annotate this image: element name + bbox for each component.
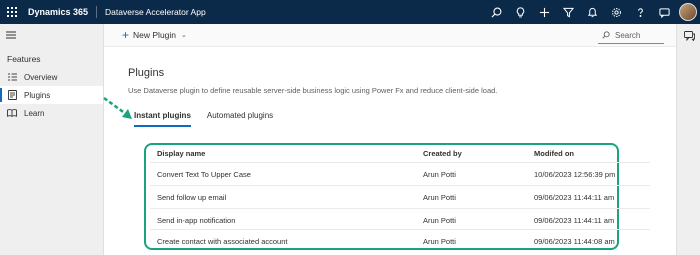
column-header-display-name[interactable]: Display name — [150, 149, 423, 158]
cell-created-by: Arun Potti — [423, 192, 456, 202]
copilot-chat-icon[interactable] — [677, 24, 700, 48]
cell-display-name[interactable]: Convert Text To Upper Case — [150, 170, 423, 179]
new-plugin-label: New Plugin — [133, 30, 177, 40]
table-row[interactable]: Create contact with associated account A… — [150, 229, 650, 252]
command-bar: + New Plugin ⌄ Search — [104, 24, 676, 47]
overview-icon — [7, 72, 17, 82]
cell-modified-on: 09/06/2023 11:44:11 am — [534, 215, 615, 225]
user-avatar[interactable] — [679, 3, 697, 21]
filter-icon[interactable] — [556, 0, 580, 24]
lightbulb-icon[interactable] — [508, 0, 532, 24]
cell-display-name[interactable]: Create contact with associated account — [150, 237, 423, 246]
tab-automated-plugins[interactable]: Automated plugins — [207, 111, 273, 125]
chevron-down-icon: ⌄ — [181, 32, 187, 39]
nav-item-overview[interactable]: Overview — [0, 68, 103, 86]
top-bar: Dynamics 365 Dataverse Accelerator App — [0, 0, 700, 24]
cell-created-by: Arun Potti — [423, 236, 456, 246]
nav-item-label: Plugins — [24, 90, 51, 100]
help-icon[interactable] — [628, 0, 652, 24]
cell-modified-on: 09/06/2023 11:44:11 am — [534, 192, 615, 202]
nav-item-plugins[interactable]: Plugins — [0, 86, 103, 104]
page-description: Use Dataverse plugin to define reusable … — [128, 86, 498, 95]
tab-instant-plugins[interactable]: Instant plugins — [134, 111, 191, 127]
cell-created-by: Arun Potti — [423, 215, 456, 225]
nav-item-label: Learn — [24, 108, 45, 118]
table-row[interactable]: Convert Text To Upper Case Arun Potti 10… — [150, 162, 650, 185]
search-icon — [602, 31, 610, 39]
new-plugin-button[interactable]: + New Plugin ⌄ — [122, 28, 187, 42]
settings-icon[interactable] — [604, 0, 628, 24]
chat-icon[interactable] — [652, 0, 676, 24]
table-header: Display name Created by Modifed on — [150, 145, 650, 162]
plugins-icon — [7, 90, 17, 100]
cell-modified-on: 09/06/2023 11:44:08 am — [534, 236, 615, 246]
search-placeholder: Search — [615, 30, 641, 40]
nav-item-learn[interactable]: Learn — [0, 104, 103, 122]
nav-item-label: Overview — [24, 72, 58, 82]
bell-icon[interactable] — [580, 0, 604, 24]
plus-icon[interactable] — [532, 0, 556, 24]
app-launcher-icon[interactable] — [0, 0, 24, 24]
column-header-modified-on[interactable]: Modifed on — [534, 149, 650, 158]
hamburger-menu-icon[interactable] — [0, 24, 103, 46]
right-rail — [676, 24, 700, 255]
table-row[interactable]: Send follow up email Arun Potti 09/06/20… — [150, 185, 650, 208]
app-name[interactable]: Dataverse Accelerator App — [97, 7, 206, 17]
column-header-created-by[interactable]: Created by — [423, 149, 534, 158]
book-icon — [7, 108, 17, 118]
cell-created-by: Arun Potti — [423, 169, 456, 179]
page-title: Plugins — [128, 67, 165, 79]
cell-display-name[interactable]: Send in-app notification — [150, 216, 423, 225]
plugin-tabs: Instant plugins Automated plugins — [134, 111, 289, 127]
table-row[interactable]: Send in-app notification Arun Potti 09/0… — [150, 208, 650, 231]
brand-name[interactable]: Dynamics 365 — [24, 6, 98, 18]
search-icon[interactable] — [484, 0, 508, 24]
search-box[interactable]: Search — [598, 27, 664, 44]
plus-icon: + — [122, 28, 130, 42]
cell-modified-on: 10/06/2023 12:56:39 pm — [534, 169, 616, 179]
left-nav: Features Overview Plugins Learn — [0, 24, 104, 255]
nav-section-features: Features — [7, 54, 41, 64]
cell-display-name[interactable]: Send follow up email — [150, 193, 423, 202]
annotation-arrow — [103, 96, 132, 119]
